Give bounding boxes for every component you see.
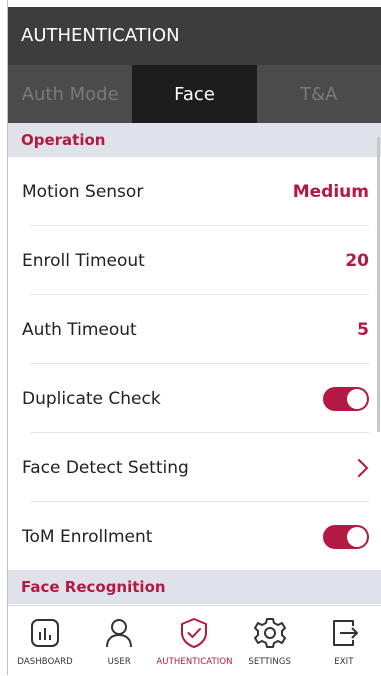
nav-settings-label: SETTINGS xyxy=(248,657,292,667)
user-icon xyxy=(106,619,133,648)
page-title: AUTHENTICATION xyxy=(21,25,180,46)
tab-face[interactable]: Face xyxy=(132,65,257,123)
duplicate-check-label: Duplicate Check xyxy=(22,388,161,409)
gear-icon xyxy=(253,618,286,648)
nav-user[interactable]: USER xyxy=(82,606,156,676)
tom-enrollment-row: ToM Enrollment xyxy=(8,502,381,571)
motion-sensor-value: Medium xyxy=(292,181,369,202)
motion-sensor-label: Motion Sensor xyxy=(22,181,144,202)
scrollbar[interactable] xyxy=(377,137,380,432)
tab-t-and-a[interactable]: T&A xyxy=(256,65,381,123)
tab-face-label: Face xyxy=(174,83,215,105)
tab-auth-mode-label: Auth Mode xyxy=(21,83,119,105)
tom-enrollment-toggle[interactable] xyxy=(323,524,369,549)
motion-sensor-row[interactable]: Motion Sensor Medium xyxy=(8,157,381,226)
tab-auth-mode[interactable]: Auth Mode xyxy=(8,65,133,123)
nav-authentication[interactable]: AUTHENTICATION xyxy=(156,606,233,676)
nav-settings[interactable]: SETTINGS xyxy=(233,606,307,676)
section-header-operation: Operation xyxy=(8,123,381,157)
page-header: AUTHENTICATION xyxy=(8,7,381,65)
section-header-face-recognition: Face Recognition xyxy=(8,570,381,604)
duplicate-check-row: Duplicate Check xyxy=(8,364,381,433)
section-label: Operation xyxy=(21,131,106,149)
auth-timeout-row[interactable]: Auth Timeout 5 xyxy=(8,295,381,364)
dashboard-icon xyxy=(31,619,60,647)
face-detect-setting-label: Face Detect Setting xyxy=(22,457,189,478)
app-frame: AUTHENTICATION Auth Mode Face T&A Operat… xyxy=(0,0,381,676)
enroll-timeout-label: Enroll Timeout xyxy=(22,250,145,271)
face-detect-setting-row[interactable]: Face Detect Setting xyxy=(8,433,381,502)
auth-timeout-label: Auth Timeout xyxy=(22,319,137,340)
enroll-timeout-value: 20 xyxy=(345,250,369,271)
nav-user-label: USER xyxy=(107,657,131,667)
section-label: Face Recognition xyxy=(21,578,166,596)
nav-dashboard[interactable]: DASHBOARD xyxy=(8,606,82,676)
chevron-right-icon xyxy=(358,458,368,477)
bottom-nav: DASHBOARD USER AUTHENTICATION SETTINGS E… xyxy=(8,605,381,676)
duplicate-check-toggle[interactable] xyxy=(323,386,369,411)
toggle-knob xyxy=(347,388,367,409)
enroll-timeout-row[interactable]: Enroll Timeout 20 xyxy=(8,226,381,295)
auth-timeout-value: 5 xyxy=(357,319,369,340)
tom-enrollment-label: ToM Enrollment xyxy=(22,526,153,547)
exit-icon xyxy=(332,620,358,646)
nav-authentication-label: AUTHENTICATION xyxy=(156,657,233,667)
tab-t-and-a-label: T&A xyxy=(300,83,338,105)
tab-bar: Auth Mode Face T&A xyxy=(8,65,381,123)
nav-dashboard-label: DASHBOARD xyxy=(17,657,73,667)
toggle-knob xyxy=(347,526,367,547)
nav-exit[interactable]: EXIT xyxy=(307,606,381,676)
shield-check-icon xyxy=(181,618,208,648)
nav-exit-label: EXIT xyxy=(334,657,354,667)
